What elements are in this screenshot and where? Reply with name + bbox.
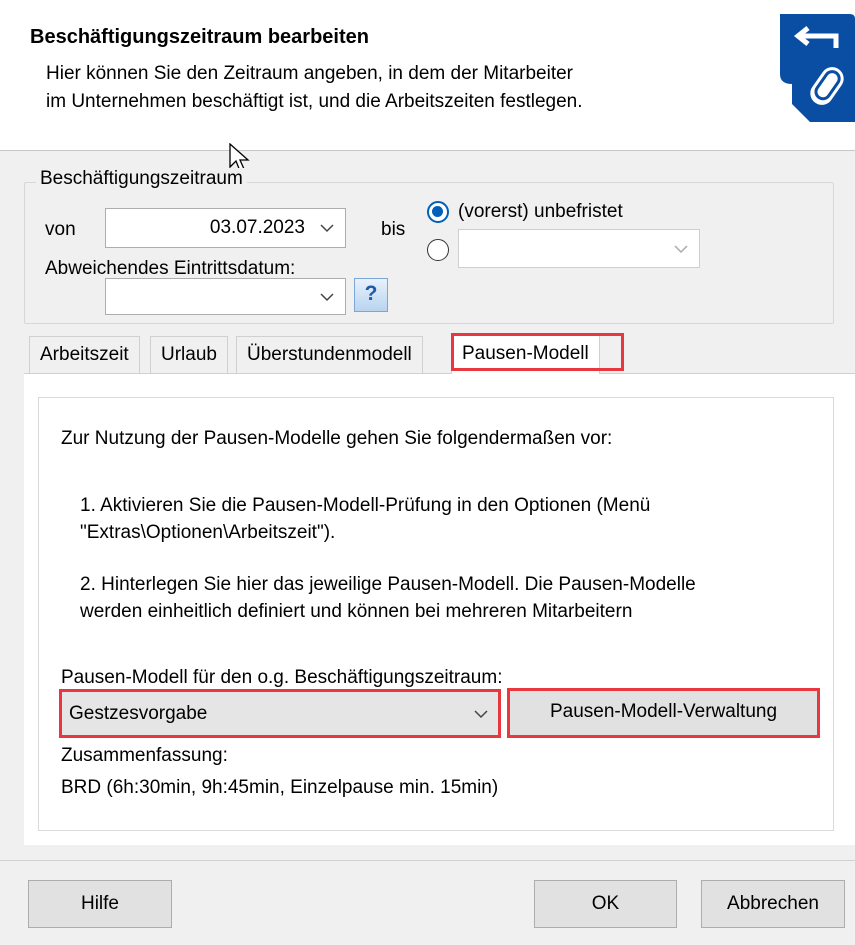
entry-date-help-button[interactable]: ? <box>354 278 388 312</box>
dialog-title: Beschäftigungszeitraum bearbeiten <box>30 26 369 48</box>
tab-ueberstundenmodell[interactable]: Überstundenmodell <box>236 336 423 374</box>
help-button[interactable]: Hilfe <box>28 880 172 928</box>
summary-label: Zusammenfassung: <box>61 745 228 766</box>
tab-urlaub[interactable]: Urlaub <box>150 336 228 374</box>
summary-value: BRD (6h:30min, 9h:45min, Einzelpause min… <box>61 777 499 798</box>
from-date-value: 03.07.2023 <box>209 217 305 238</box>
manage-highlight <box>507 688 820 738</box>
entry-date-label: Abweichendes Eintrittsdatum: <box>45 258 296 279</box>
select-highlight <box>59 689 501 738</box>
from-label: von <box>45 219 76 240</box>
unlimited-radio[interactable] <box>427 201 449 223</box>
help-icon: ? <box>364 282 378 305</box>
cancel-button[interactable]: Abbrechen <box>701 880 845 928</box>
end-date-radio[interactable] <box>427 239 449 261</box>
period-group-title: Beschäftigungszeitraum <box>36 168 247 190</box>
dialog-subtitle: Hier können Sie den Zeitraum angeben, in… <box>46 60 706 116</box>
chevron-down-icon <box>320 224 334 233</box>
footer-separator <box>0 860 855 861</box>
radio-dot <box>432 206 443 217</box>
from-date-picker[interactable]: 03.07.2023 <box>105 208 346 248</box>
unlimited-label[interactable]: (vorerst) unbefristet <box>458 201 623 223</box>
logo-icon <box>780 14 855 122</box>
subtitle-line-1: Hier können Sie den Zeitraum angeben, in… <box>46 63 574 84</box>
chevron-down-icon <box>674 244 688 253</box>
tab-arbeitszeit[interactable]: Arbeitszeit <box>29 336 140 374</box>
select-label: Pausen-Modell für den o.g. Beschäftigung… <box>61 667 503 688</box>
entry-date-picker[interactable] <box>105 278 346 315</box>
intro-text: Zur Nutzung der Pausen-Modelle gehen Sie… <box>61 428 613 449</box>
step1-line-1: 1. Aktivieren Sie die Pausen-Modell-Prüf… <box>80 495 651 516</box>
ok-button[interactable]: OK <box>534 880 677 928</box>
tab-highlight <box>451 333 624 371</box>
step2-line-2: werden einheitlich definiert und können … <box>80 601 633 622</box>
chevron-down-icon <box>320 292 334 301</box>
end-date-picker[interactable] <box>458 229 700 268</box>
step1-line-2: "Extras\Optionen\Arbeitszeit"). <box>80 522 336 543</box>
to-label: bis <box>381 219 406 240</box>
subtitle-line-2: im Unternehmen beschäftigt ist, und die … <box>46 91 583 112</box>
step2-line-1: 2. Hinterlegen Sie hier das jeweilige Pa… <box>80 574 696 595</box>
